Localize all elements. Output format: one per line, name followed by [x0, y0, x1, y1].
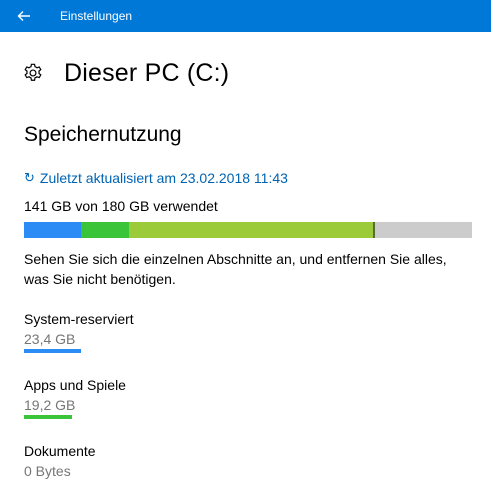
category-label: Apps und Spiele — [24, 377, 126, 393]
title-bar: Einstellungen — [0, 0, 491, 32]
refresh-icon: ↻ — [24, 170, 35, 185]
category-apps-games[interactable]: Apps und Spiele 19,2 GB — [24, 376, 126, 419]
arrow-left-icon — [17, 11, 30, 21]
gear-icon — [24, 63, 42, 81]
storage-usage-bar — [24, 222, 472, 238]
window-title: Einstellungen — [60, 9, 133, 23]
refresh-link[interactable]: ↻ Zuletzt aktualisiert am 23.02.2018 11:… — [24, 169, 288, 187]
section-title: Speichernutzung — [24, 123, 182, 146]
storage-bar-segment-apps — [81, 222, 129, 238]
category-system-reserved[interactable]: System-reserviert 23,4 GB — [24, 310, 134, 353]
category-label: System-reserviert — [24, 311, 134, 327]
category-size: 0 Bytes — [24, 463, 71, 479]
back-button[interactable] — [0, 0, 48, 32]
page-header: Dieser PC (C:) — [22, 56, 229, 90]
hint-text: Sehen Sie sich die einzelnen Abschnitte … — [24, 251, 447, 287]
refresh-label: Zuletzt aktualisiert am 23.02.2018 11:43 — [39, 170, 288, 186]
storage-bar-segment-other — [129, 222, 373, 238]
category-label: Dokumente — [24, 443, 96, 459]
category-documents[interactable]: Dokumente 0 Bytes — [24, 442, 96, 485]
storage-bar-divider — [373, 222, 375, 238]
category-size: 23,4 GB — [24, 331, 76, 347]
storage-bar-segment-system — [24, 222, 81, 238]
category-usage-bar — [24, 349, 81, 353]
page-title: Dieser PC (C:) — [64, 59, 230, 87]
category-usage-bar — [24, 415, 72, 419]
usage-summary: 141 GB von 180 GB verwendet — [24, 198, 218, 214]
category-size: 19,2 GB — [24, 397, 76, 413]
